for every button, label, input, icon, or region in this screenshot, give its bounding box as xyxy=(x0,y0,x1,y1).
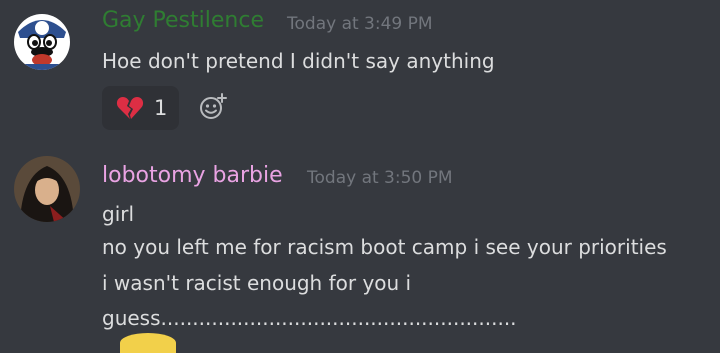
reaction-count: 1 xyxy=(154,96,168,120)
avatar[interactable] xyxy=(14,14,70,70)
reaction-button[interactable]: 1 xyxy=(102,86,179,130)
timestamp: Today at 3:49 PM xyxy=(287,14,433,34)
user-avatar-icon xyxy=(14,156,80,222)
user-avatar-icon xyxy=(14,14,70,70)
add-reaction-icon[interactable] xyxy=(198,92,228,122)
message-text: no you left me for racism boot camp i se… xyxy=(102,235,667,259)
timestamp: Today at 3:50 PM xyxy=(307,168,453,188)
broken-heart-icon xyxy=(116,97,144,119)
username[interactable]: lobotomy barbie xyxy=(102,163,283,189)
message-text: girl xyxy=(102,202,135,226)
message-text: Hoe don't pretend I didn't say anything xyxy=(102,49,495,73)
message-text: i wasn't racist enough for you i xyxy=(102,271,412,295)
message-text: guess...................................… xyxy=(102,306,517,330)
avatar[interactable] xyxy=(14,156,80,222)
username[interactable]: Gay Pestilence xyxy=(102,8,264,34)
next-avatar-peek xyxy=(120,333,176,353)
